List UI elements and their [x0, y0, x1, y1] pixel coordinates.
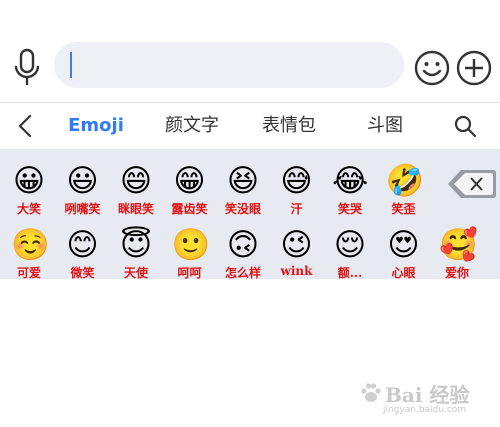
text-caret — [70, 52, 72, 78]
emoji-glyph: 😊 — [66, 227, 99, 263]
emoji-key[interactable]: 😉 wink — [272, 219, 322, 279]
emoji-keyboard: 😀 大笑 😃 咧嘴笑 😄 眯眼笑 😁 露齿笑 😆 笑没眼 😅 汗 😂 笑哭 🤣 笑歪 ☺️ 可爱 😊 微笑 😇 天使 🙂 呵呵… — [0, 149, 500, 280]
emoji-key[interactable]: 😄 眯眼笑 — [111, 155, 161, 216]
emoji-glyph: 😄 — [119, 163, 153, 199]
tab-kaomoji[interactable]: 颜文字 — [154, 103, 230, 149]
emoji-key[interactable]: 😌 额... — [325, 219, 375, 280]
emoji-glyph: 🥰 — [439, 227, 478, 263]
emoji-glyph: 😃 — [66, 163, 99, 199]
emoji-key[interactable]: 😅 汗 — [272, 155, 322, 216]
emoji-glyph: 😍 — [387, 227, 420, 263]
tab-stickers[interactable]: 表情包 — [251, 103, 327, 149]
tab-meme[interactable]: 斗图 — [347, 103, 423, 149]
emoji-glyph: 😌 — [333, 227, 367, 263]
emoji-key[interactable]: 😂 笑哭 — [325, 155, 375, 216]
smiley-icon[interactable] — [413, 49, 451, 87]
plus-icon[interactable] — [455, 49, 493, 87]
back-chevron-icon[interactable] — [14, 113, 38, 139]
emoji-key[interactable]: 🤣 笑歪 — [379, 155, 429, 216]
emoji-glyph: 😆 — [226, 163, 260, 199]
emoji-key[interactable]: 🥰 爱你 — [432, 219, 482, 280]
microphone-icon[interactable] — [10, 48, 44, 88]
emoji-glyph: 😁 — [173, 163, 206, 199]
emoji-glyph: 😀 — [12, 163, 46, 199]
emoji-key[interactable]: ☺️ 可爱 — [4, 219, 54, 280]
emoji-glyph: ☺️ — [11, 227, 50, 263]
baidu-paw-icon — [361, 383, 381, 402]
tab-emoji[interactable]: Emoji — [58, 103, 134, 149]
emoji-key[interactable]: 😍 心眼 — [379, 219, 429, 280]
watermark-text: Bai 经验 — [385, 383, 470, 407]
emoji-key[interactable]: 😀 大笑 — [4, 155, 54, 216]
emoji-key[interactable]: 😃 咧嘴笑 — [58, 155, 108, 216]
baidu-watermark: Bai 经验 jingyan.baidu.com — [355, 375, 495, 425]
emoji-glyph: 🙃 — [226, 227, 260, 263]
emoji-glyph: 😇 — [119, 227, 153, 263]
emoji-label: 爱你 — [444, 266, 469, 280]
emoji-label: 笑歪 — [391, 202, 416, 216]
emoji-glyph: 🤣 — [385, 163, 425, 199]
emoji-glyph: 😉 — [280, 227, 313, 263]
emoji-key[interactable]: 😊 微笑 — [58, 219, 108, 280]
emoji-key[interactable]: 🙂 呵呵 — [165, 219, 215, 280]
delete-backspace-icon[interactable] — [447, 168, 497, 200]
emoji-glyph: 🙂 — [171, 227, 211, 263]
message-input[interactable] — [54, 42, 404, 88]
emoji-key[interactable]: 😇 天使 — [111, 219, 161, 280]
emoji-key[interactable]: 😁 露齿笑 — [165, 155, 215, 216]
emoji-glyph: 😅 — [280, 163, 313, 199]
input-bar — [0, 0, 500, 102]
emoji-tab-bar: Emoji 颜文字 表情包 斗图 — [0, 103, 500, 149]
emoji-glyph: 😂 — [332, 163, 369, 199]
watermark-url: jingyan.baidu.com — [383, 405, 467, 415]
emoji-key[interactable]: 😆 笑没眼 — [218, 155, 268, 216]
emoji-key[interactable]: 🙃 怎么样 — [218, 219, 268, 280]
search-icon[interactable] — [453, 114, 477, 138]
